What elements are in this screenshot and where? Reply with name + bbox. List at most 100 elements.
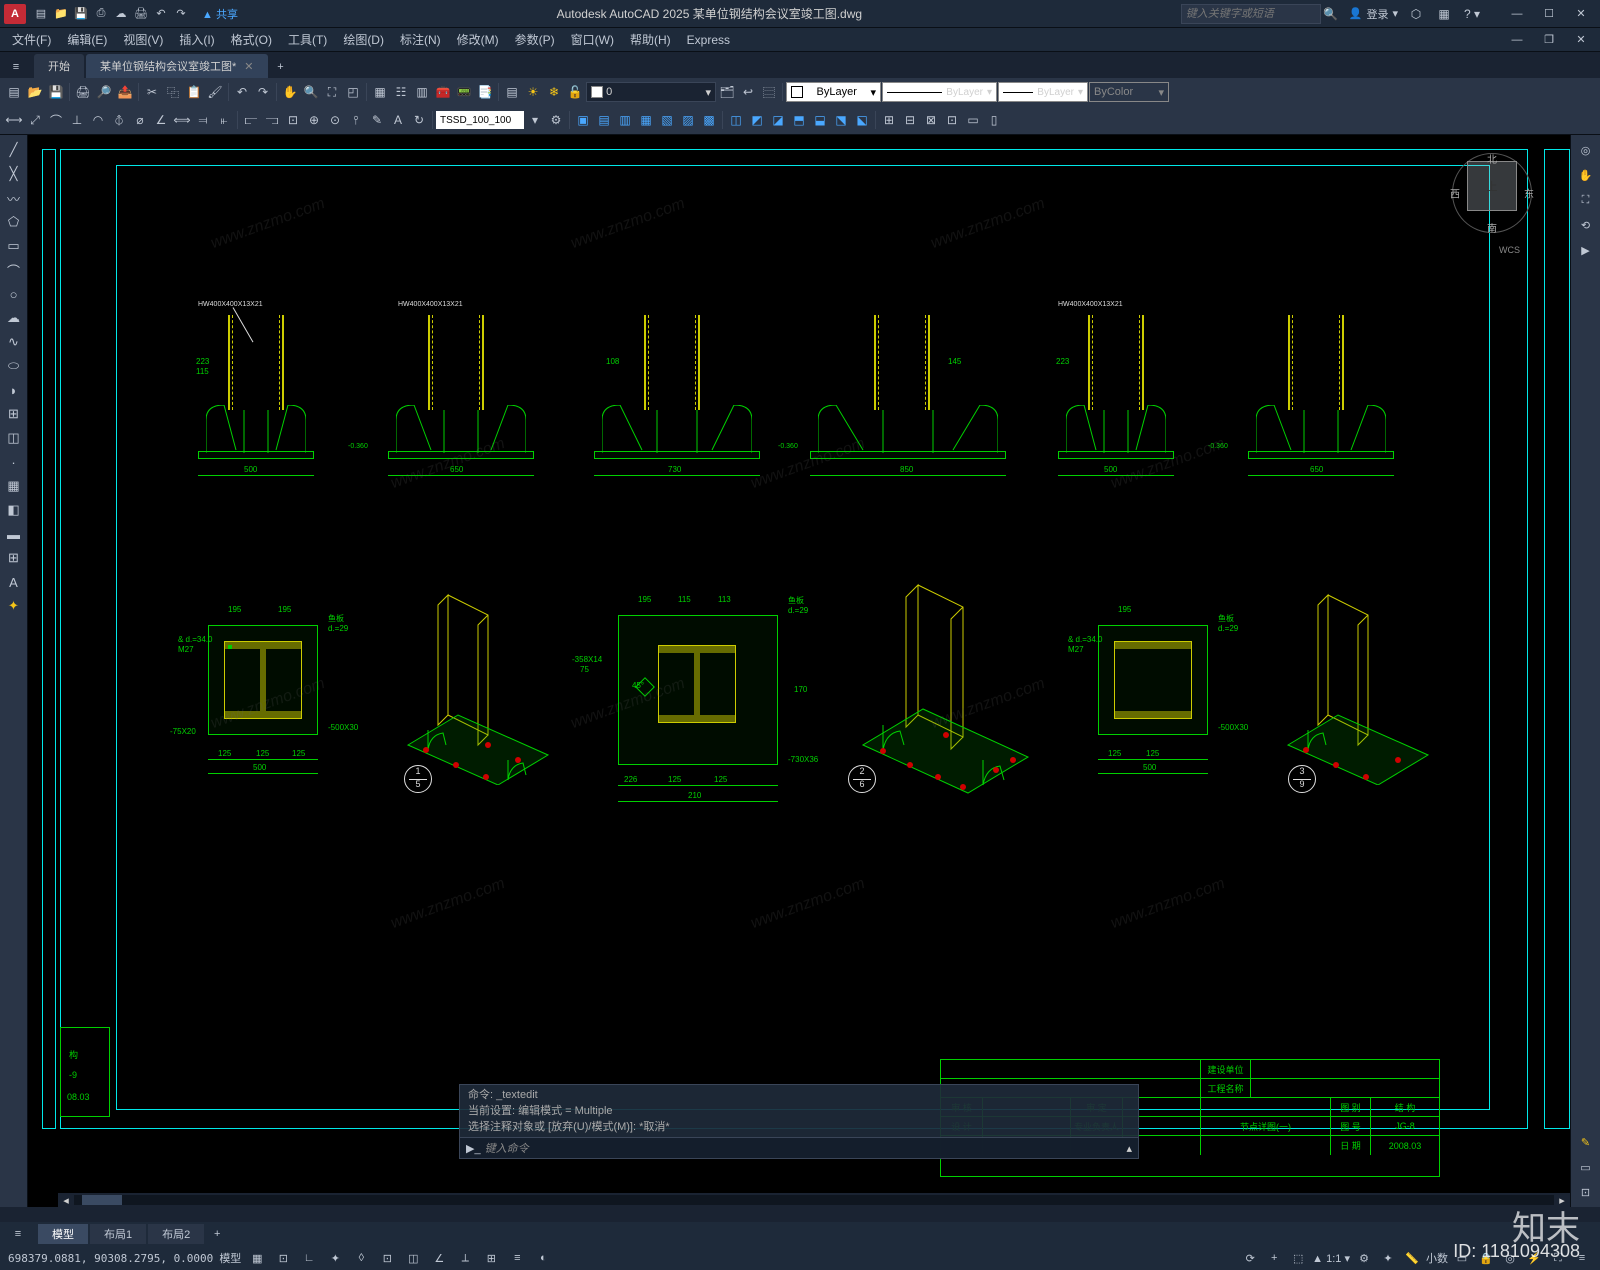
- transparency-icon[interactable]: ◐: [533, 1249, 553, 1267]
- props-icon[interactable]: ▦: [370, 82, 390, 102]
- sb-cycling-icon[interactable]: ⟳: [1240, 1249, 1260, 1267]
- tab-layout1[interactable]: 布局1: [90, 1224, 146, 1244]
- zoomext2-icon[interactable]: ⛶: [1575, 189, 1597, 211]
- ext6-icon[interactable]: ▨: [678, 110, 698, 130]
- layer-dropdown[interactable]: 0▾: [586, 82, 716, 102]
- dimrad-icon[interactable]: ◠: [88, 110, 108, 130]
- annotation-icon[interactable]: ✎: [1575, 1131, 1597, 1153]
- model-space-button[interactable]: 模型: [219, 1250, 241, 1266]
- command-line[interactable]: 命令: _textedit 当前设置: 编辑模式 = Multiple 选择注释…: [459, 1084, 1139, 1159]
- doc-close-button[interactable]: ✕: [1566, 29, 1596, 51]
- ext13-icon[interactable]: ⬔: [831, 110, 851, 130]
- copy-icon[interactable]: ⿻: [163, 82, 183, 102]
- tab-model[interactable]: 模型: [38, 1224, 88, 1244]
- sb-gear-icon[interactable]: ⚙: [1354, 1249, 1374, 1267]
- coordinates-display[interactable]: 698379.0881, 90308.2795, 0.0000: [8, 1252, 213, 1265]
- plotstyle-dropdown[interactable]: ByColor▾: [1089, 82, 1169, 102]
- hatch-icon[interactable]: ▦: [3, 475, 25, 497]
- dimcont-icon[interactable]: ⫦: [214, 110, 234, 130]
- menu-parametric[interactable]: 参数(P): [507, 28, 563, 51]
- sb-units-icon[interactable]: 📏: [1402, 1249, 1422, 1267]
- zoom-icon[interactable]: 🔍: [301, 82, 321, 102]
- menu-file[interactable]: 文件(F): [4, 28, 59, 51]
- menu-format[interactable]: 格式(O): [223, 28, 280, 51]
- snap-icon[interactable]: ⊡: [273, 1249, 293, 1267]
- ext18-icon[interactable]: ⊡: [942, 110, 962, 130]
- qnew-icon[interactable]: ▤: [4, 82, 24, 102]
- region-icon[interactable]: ▬: [3, 523, 25, 545]
- showmotion-icon[interactable]: ▶: [1575, 239, 1597, 261]
- ext19-icon[interactable]: ▭: [963, 110, 983, 130]
- ssm-icon[interactable]: ▥: [412, 82, 432, 102]
- addsel-icon[interactable]: ✦: [3, 595, 25, 617]
- orbit-icon[interactable]: ⟲: [1575, 214, 1597, 236]
- save2-icon[interactable]: 💾: [46, 82, 66, 102]
- table-icon[interactable]: ⊞: [3, 547, 25, 569]
- freeze-icon[interactable]: ❄: [544, 82, 564, 102]
- cut-icon[interactable]: ✂: [142, 82, 162, 102]
- ext12-icon[interactable]: ⬓: [810, 110, 830, 130]
- scale-display[interactable]: ▲ 1:1 ▾: [1312, 1252, 1350, 1265]
- dimlin-icon[interactable]: ⟷: [4, 110, 24, 130]
- tp-icon[interactable]: 🧰: [433, 82, 453, 102]
- xline-icon[interactable]: ╳: [3, 163, 25, 185]
- open2-icon[interactable]: 📂: [25, 82, 45, 102]
- circle-icon[interactable]: ○: [3, 283, 25, 305]
- tab-start[interactable]: 开始: [34, 54, 84, 78]
- dsm-icon[interactable]: ☷: [391, 82, 411, 102]
- 3dosnap-icon[interactable]: ◫: [403, 1249, 423, 1267]
- drawing-canvas[interactable]: 构 -9 08.03 500 223 115 HW400X400X13X21: [28, 135, 1570, 1207]
- help-search-input[interactable]: [1181, 4, 1321, 24]
- diminsp-icon[interactable]: ⊙: [325, 110, 345, 130]
- dimquick-icon[interactable]: ⟺: [172, 110, 192, 130]
- block-icon[interactable]: ◫: [3, 427, 25, 449]
- canvas-hscrollbar[interactable]: ◂ ▸: [58, 1193, 1570, 1207]
- menu-express[interactable]: Express: [679, 28, 738, 51]
- isodraft-icon[interactable]: ◊: [351, 1249, 371, 1267]
- command-menu-icon[interactable]: ▴: [1126, 1142, 1132, 1155]
- menu-edit[interactable]: 编辑(E): [59, 28, 115, 51]
- polygon-icon[interactable]: ⬠: [3, 211, 25, 233]
- wcs-label[interactable]: WCS: [1499, 245, 1520, 255]
- grid-icon[interactable]: ▦: [247, 1249, 267, 1267]
- mk-icon[interactable]: 📑: [475, 82, 495, 102]
- login-button[interactable]: 👤 登录 ▾: [1349, 6, 1398, 22]
- tab-close-icon[interactable]: ✕: [244, 60, 253, 73]
- dimedit-icon[interactable]: ✎: [367, 110, 387, 130]
- dimarc-icon[interactable]: ⌒: [46, 110, 66, 130]
- tab-new-button[interactable]: +: [270, 56, 292, 78]
- dimstylemgr-icon[interactable]: ⚙: [546, 110, 566, 130]
- menu-draw[interactable]: 绘图(D): [335, 28, 392, 51]
- ellipsearc-icon[interactable]: ◗: [3, 379, 25, 401]
- doc-restore-button[interactable]: ❐: [1534, 29, 1564, 51]
- publish-icon[interactable]: 📤: [115, 82, 135, 102]
- arc-icon[interactable]: ⌒: [3, 259, 25, 281]
- revcloud-icon[interactable]: ☁: [3, 307, 25, 329]
- layprev-icon[interactable]: ↩: [738, 82, 758, 102]
- ext5-icon[interactable]: ▧: [657, 110, 677, 130]
- ext15-icon[interactable]: ⊞: [879, 110, 899, 130]
- menu-insert[interactable]: 插入(I): [171, 28, 222, 51]
- autodesk-app-icon[interactable]: ⬡: [1406, 4, 1426, 24]
- layout-add-button[interactable]: +: [206, 1223, 228, 1245]
- dimtedit-icon[interactable]: A: [388, 110, 408, 130]
- dimspace-icon[interactable]: ⫍: [241, 110, 261, 130]
- open-icon[interactable]: 📁: [52, 5, 70, 23]
- undo2-icon[interactable]: ↶: [232, 82, 252, 102]
- ext1-icon[interactable]: ▣: [573, 110, 593, 130]
- menu-view[interactable]: 视图(V): [115, 28, 171, 51]
- ext9-icon[interactable]: ◩: [747, 110, 767, 130]
- laystate-icon[interactable]: ⿳: [759, 82, 779, 102]
- dimjog-icon[interactable]: ⦽: [109, 110, 129, 130]
- spline-icon[interactable]: ∿: [3, 331, 25, 353]
- save-icon[interactable]: 💾: [72, 5, 90, 23]
- dimbase-icon[interactable]: ⫤: [193, 110, 213, 130]
- redo-icon[interactable]: ↷: [172, 5, 190, 23]
- app-logo[interactable]: A: [4, 4, 26, 24]
- lineweight-dropdown[interactable]: ByLayer▾: [998, 82, 1088, 102]
- tab-document[interactable]: 某单位钢结构会议室竣工图*✕: [86, 54, 268, 78]
- dimupdate-icon[interactable]: ↻: [409, 110, 429, 130]
- print-icon[interactable]: 🖨: [73, 82, 93, 102]
- menu-window[interactable]: 窗口(W): [563, 28, 622, 51]
- dimstyle-input[interactable]: TSSD_100_100: [436, 111, 524, 129]
